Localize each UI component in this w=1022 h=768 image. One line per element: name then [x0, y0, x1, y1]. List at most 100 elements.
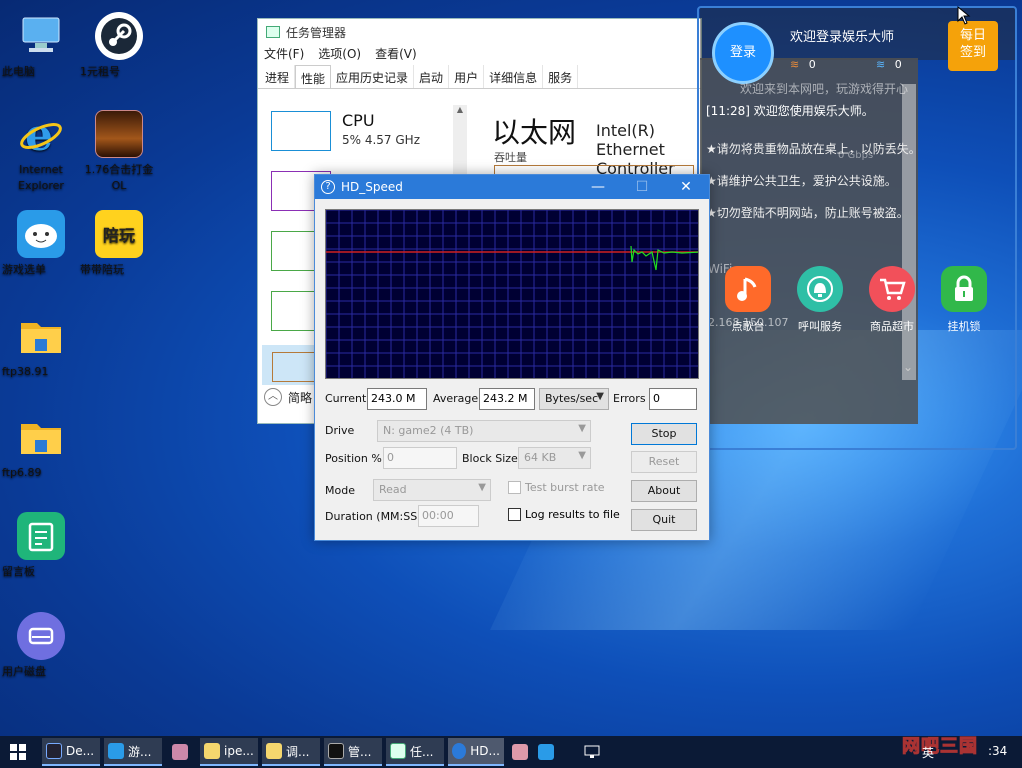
tab-users[interactable]: 用户 — [449, 65, 485, 88]
taskbar-item-cloud[interactable] — [534, 738, 560, 766]
desktop-icon-ftp6[interactable]: ftp6.89 — [2, 413, 80, 479]
task-manager-tabs: 进程 性能 应用历史记录 启动 用户 详细信息 服务 — [258, 65, 701, 89]
start-button[interactable] — [10, 744, 26, 763]
desktop-icon-rent-account[interactable]: 1元租号 — [80, 12, 158, 78]
disk-icon — [17, 612, 65, 660]
taskbar-item-anime[interactable] — [508, 738, 534, 766]
chevron-down-icon[interactable]: ⌄ — [903, 360, 913, 374]
mode-label: Mode — [325, 484, 355, 497]
network-icon — [584, 745, 600, 758]
position-field: 0 — [383, 447, 457, 469]
desktop-icon-game-menu[interactable]: 游戏选单 — [2, 210, 80, 276]
average-label: Average — [433, 392, 479, 405]
menu-view[interactable]: 查看(V) — [375, 45, 417, 65]
fewer-details-label: 简略 — [288, 390, 313, 405]
tab-details[interactable]: 详细信息 — [484, 65, 544, 88]
desktop-icon-peiwan[interactable]: 陪玩 带带陪玩 — [80, 210, 158, 276]
taskbar-item-ipe[interactable]: ipe... — [200, 738, 258, 766]
task-manager-titlebar[interactable]: 任务管理器 — [258, 19, 701, 45]
tab-startup[interactable]: 启动 — [414, 65, 450, 88]
log-results-checkbox[interactable]: Log results to file — [508, 508, 620, 521]
app-icon — [46, 743, 62, 759]
app-idle-lock[interactable]: 挂机锁 — [928, 266, 1000, 334]
windows-logo-icon — [10, 744, 26, 760]
help-circle-icon — [452, 743, 467, 759]
network-tray-icon[interactable] — [580, 738, 606, 766]
drive-label: Drive — [325, 424, 355, 437]
app-label: 商品超市 — [870, 320, 914, 333]
app-call-service[interactable]: 呼叫服务 — [784, 266, 856, 334]
tab-services[interactable]: 服务 — [543, 65, 579, 88]
app-shop[interactable]: 商品超市 — [856, 266, 928, 334]
taskbar-item-de[interactable]: De... — [42, 738, 100, 766]
current-label: Current — [325, 392, 367, 405]
duration-field: 00:00 — [418, 505, 479, 527]
unit-select[interactable]: Bytes/sec ▼ — [539, 388, 609, 410]
desktop-icon-message-board[interactable]: 留言板 — [2, 512, 80, 578]
taskbar-item-cmd[interactable]: 管... — [324, 738, 382, 766]
current-speed-trace — [630, 245, 698, 271]
coin-counter-b: ≋ 0 — [876, 58, 902, 71]
block-size-label: Block Size — [462, 452, 518, 465]
tab-app-history[interactable]: 应用历史记录 — [331, 65, 415, 88]
throughput-label: 吞吐量 — [494, 151, 527, 164]
tab-performance[interactable]: 性能 — [295, 65, 332, 88]
chevron-down-icon: ▼ — [578, 423, 586, 434]
position-label: Position % — [325, 452, 382, 465]
taskbar-item-game[interactable]: 游... — [104, 738, 162, 766]
tab-processes[interactable]: 进程 — [260, 65, 296, 88]
peiwan-icon: 陪玩 — [95, 210, 143, 258]
quit-button[interactable]: Quit — [631, 509, 697, 531]
desktop-icon-user-disk[interactable]: 用户磁盘 — [2, 612, 80, 678]
desktop-icon-this-pc[interactable]: 此电脑 — [2, 12, 80, 78]
taskbar-item-task-manager[interactable]: 任... — [386, 738, 444, 766]
checkbox-box — [508, 481, 521, 494]
game-poster-icon — [95, 110, 143, 158]
perf-thumb-cpu[interactable] — [271, 111, 331, 151]
mode-select: Read ▼ — [373, 479, 491, 501]
message-line: [11:28] 欢迎您使用娱乐大师。 — [706, 104, 874, 118]
computer-icon — [17, 12, 65, 60]
close-button[interactable]: ✕ — [671, 177, 701, 197]
app-label: 挂机锁 — [947, 320, 981, 333]
overlay-scrollbar[interactable] — [902, 84, 916, 380]
menu-file[interactable]: 文件(F) — [264, 45, 304, 65]
taskbar-item-hd-speed[interactable]: HD... — [448, 738, 504, 766]
message-line: ★请勿将贵重物品放在桌上，以防丢失。 — [706, 142, 921, 156]
unit-select-value: Bytes/sec — [545, 392, 599, 405]
desktop-icon-internet-explorer[interactable]: e Internet Explorer — [2, 110, 80, 192]
minimize-button[interactable]: — — [583, 177, 613, 197]
daily-checkin-button[interactable]: 每日 签到 — [948, 21, 998, 71]
terminal-icon — [328, 743, 344, 759]
watermark-logo: 网吧三国 — [902, 736, 978, 758]
cloud-mascot-icon — [108, 743, 124, 759]
tray-clock[interactable]: :34 — [988, 744, 1007, 758]
message-line: ★请维护公共卫生，爱护公共设施。 — [706, 174, 897, 188]
scroll-up-icon: ▲ — [456, 105, 464, 114]
login-button[interactable]: 登录 — [712, 22, 774, 84]
internet-explorer-icon: e — [17, 110, 65, 158]
taskbar-item-pinned[interactable] — [168, 738, 196, 766]
about-button[interactable]: About — [631, 480, 697, 502]
app-song-request[interactable]: 点歌台 — [712, 266, 784, 334]
taskbar: De... 游... ipe... 调... 管... 任... HD... 网… — [0, 736, 1022, 768]
cloud-mascot-icon — [17, 210, 65, 258]
folder-icon — [17, 312, 65, 360]
anime-icon — [512, 744, 528, 760]
menu-options[interactable]: 选项(O) — [318, 45, 361, 65]
checkbox-box — [508, 508, 521, 521]
desktop-icon-ftp38[interactable]: ftp38.91 — [2, 312, 80, 378]
drive-select-value: N: game2 (4 TB) — [383, 424, 474, 437]
hd-speed-title: HD_Speed — [341, 180, 403, 194]
welcome-text: 欢迎登录娱乐大师 — [790, 30, 895, 45]
bg-speed-fragment: 0 Gbps — [838, 150, 874, 161]
stop-button[interactable]: Stop — [631, 423, 697, 445]
coin-stack-icon: ≋ — [790, 58, 800, 71]
fewer-details-toggle[interactable]: ︿ 简略 — [264, 388, 312, 406]
coin-counter-a: ≋ 0 — [790, 58, 816, 71]
hd-speed-window: ? HD_Speed — ☐ ✕ Current 243.0 M Average… — [314, 174, 710, 541]
desktop-icon-legend-game[interactable]: 1.76合击打金OL — [80, 110, 158, 192]
duration-label: Duration (MM:SS) — [325, 510, 422, 523]
tray-ime[interactable]: 英 — [922, 744, 934, 761]
taskbar-item-tiao[interactable]: 调... — [262, 738, 320, 766]
